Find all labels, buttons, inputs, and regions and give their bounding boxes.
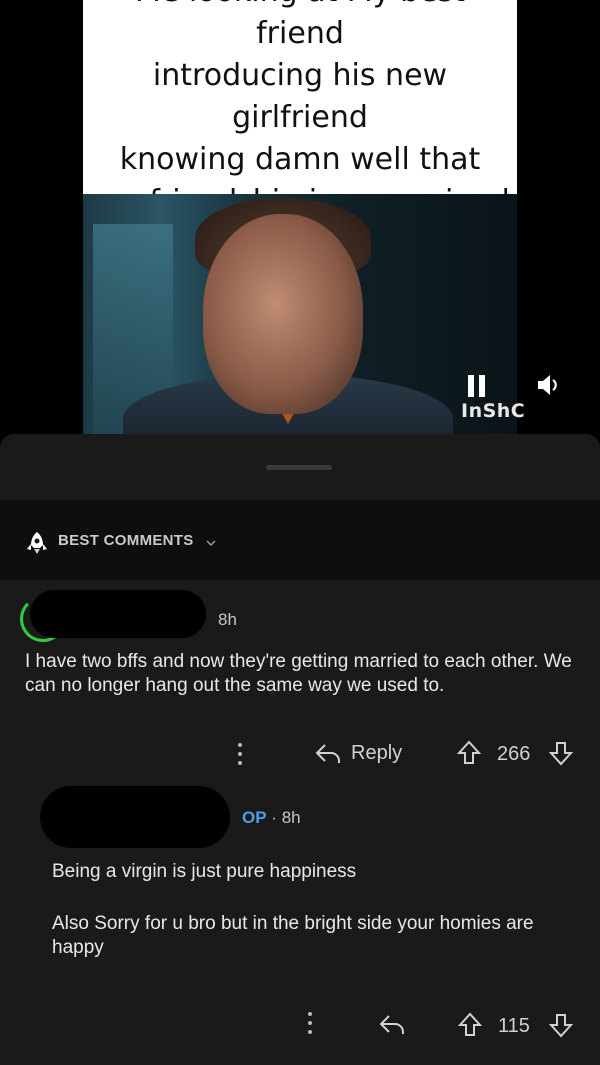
comment-actions: Reply 266 bbox=[0, 740, 600, 780]
comment: 8h I have two bffs and now they're getti… bbox=[0, 580, 600, 780]
comment-body: I have two bffs and now they're getting … bbox=[25, 650, 575, 726]
sheet-header bbox=[0, 434, 600, 500]
comment-timestamp: 8h bbox=[218, 610, 237, 629]
comment-text: Being a virgin is just pure happiness bbox=[52, 861, 357, 882]
meme-caption: Me looking at My best friend introducing… bbox=[90, 0, 510, 219]
drag-handle[interactable] bbox=[266, 465, 332, 470]
pause-icon[interactable] bbox=[468, 375, 488, 397]
redacted-username bbox=[30, 590, 206, 638]
comment-text: Also Sorry for u bro but in the bright s… bbox=[52, 913, 534, 958]
chevron-down-icon bbox=[206, 540, 216, 547]
more-options-icon[interactable] bbox=[303, 1012, 317, 1039]
reply-button[interactable]: Reply bbox=[314, 742, 402, 765]
meme-caption-box: Me looking at My best friend introducing… bbox=[83, 0, 517, 219]
post-media[interactable]: Me looking at My best friend introducing… bbox=[0, 0, 600, 500]
upvote-icon[interactable] bbox=[458, 1012, 482, 1038]
watermark-text: InShC bbox=[461, 400, 526, 422]
comment-sort-bar[interactable]: BEST COMMENTS bbox=[0, 500, 600, 580]
comment-reply: OP · 8h Being a virgin is just pure happ… bbox=[0, 780, 600, 1065]
redacted-username bbox=[40, 786, 230, 848]
downvote-icon[interactable] bbox=[549, 740, 573, 766]
reply-icon[interactable] bbox=[378, 1014, 406, 1036]
comment-body: Being a virgin is just pure happiness Al… bbox=[52, 860, 582, 988]
comments-sheet: BEST COMMENTS 8h I have two bffs and now… bbox=[0, 434, 600, 1065]
rocket-icon bbox=[27, 532, 47, 554]
meta-separator: · bbox=[271, 808, 277, 827]
comment-text: I have two bffs and now they're getting … bbox=[25, 651, 572, 696]
vote-score: 266 bbox=[497, 743, 531, 765]
upvote-icon[interactable] bbox=[457, 740, 481, 766]
volume-icon[interactable] bbox=[536, 373, 562, 403]
reply-label: Reply bbox=[351, 742, 403, 764]
downvote-icon[interactable] bbox=[549, 1012, 573, 1038]
meme-image bbox=[83, 194, 517, 434]
comment-timestamp: 8h bbox=[281, 808, 301, 827]
sort-label: BEST COMMENTS bbox=[58, 532, 194, 549]
vote-score: 115 bbox=[498, 1015, 530, 1037]
comment-meta: OP · 8h bbox=[242, 808, 301, 828]
comment-actions: 115 bbox=[0, 1012, 600, 1052]
op-badge: OP bbox=[242, 808, 267, 827]
reply-arrow-icon bbox=[315, 743, 340, 763]
more-options-icon[interactable] bbox=[233, 743, 247, 770]
